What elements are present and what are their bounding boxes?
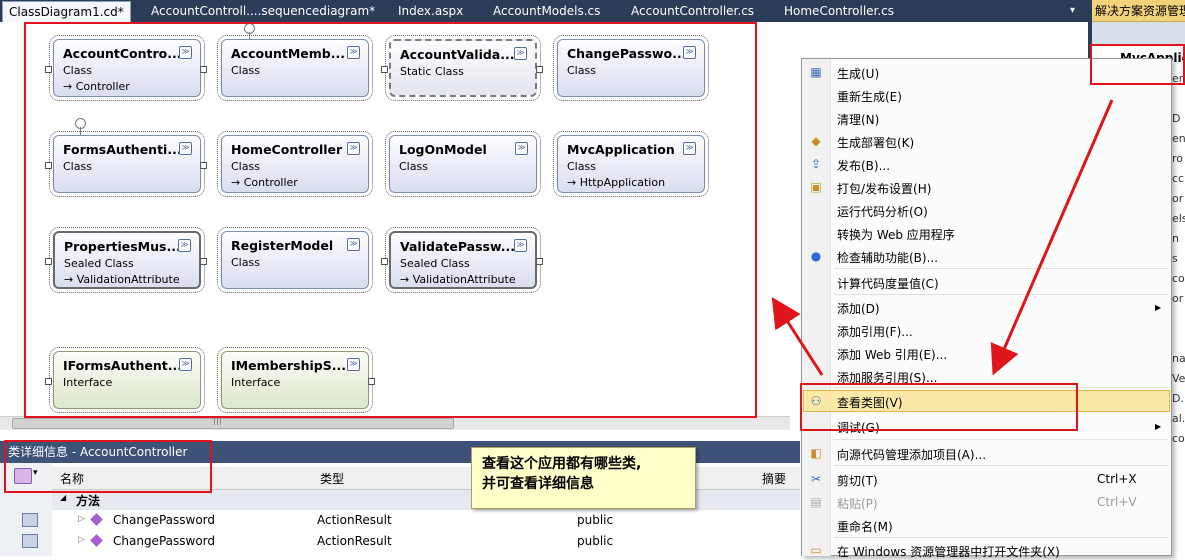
- arrow-to-menu-item: [990, 99, 1114, 376]
- arrow-to-diagram: [771, 296, 824, 376]
- annotation-arrows: [771, 99, 1114, 376]
